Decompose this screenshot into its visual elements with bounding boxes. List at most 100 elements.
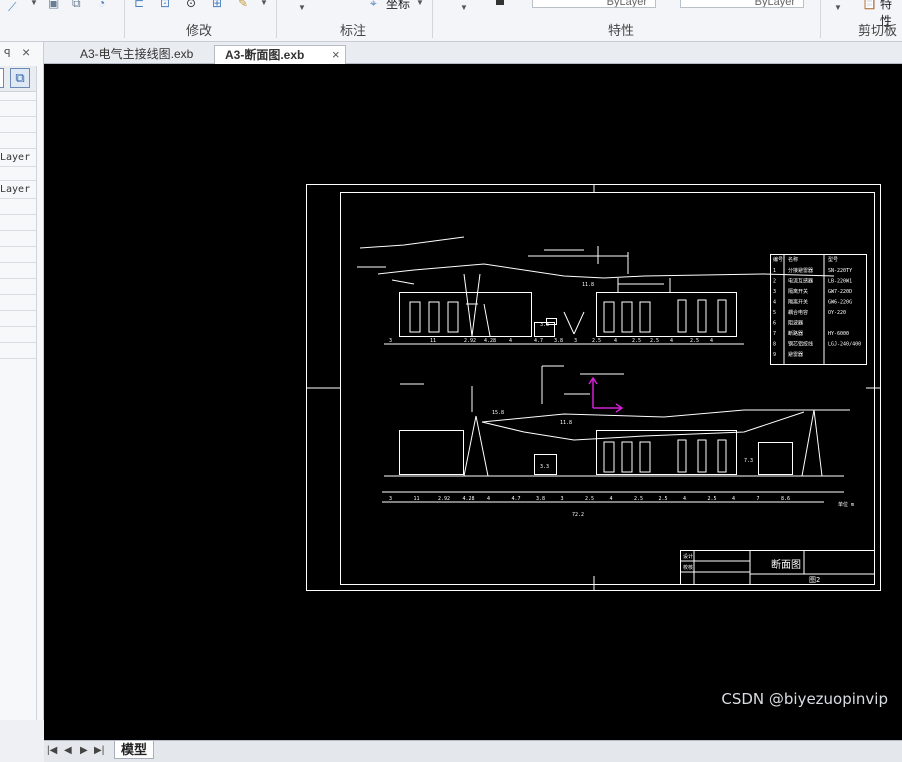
height-label: 15.8 [492, 410, 504, 416]
dropdown-arrow-icon[interactable]: ▼ [260, 0, 268, 7]
coordinate-label[interactable]: 坐标 [386, 0, 410, 12]
legend-cell: 6 [773, 321, 776, 327]
dimension-label: 3 [574, 338, 577, 344]
dimension-label: 3 [389, 496, 392, 502]
line-tool-icon[interactable]: ⟋ [8, 0, 22, 14]
dropdown-arrow-icon[interactable]: ▼ [298, 3, 306, 12]
dimension-label: 11 [414, 496, 420, 502]
legend-cell: 阻波器 [788, 320, 803, 327]
legend-cell: 3 [773, 289, 776, 295]
dimension-label: 4 [614, 338, 617, 344]
height-label: 11.8 [560, 420, 572, 426]
array-icon[interactable]: ⊞ [212, 0, 226, 10]
legend-header: 编号 [773, 256, 783, 263]
sheet-number: 图2 [809, 576, 820, 584]
dropdown-arrow-icon[interactable]: ▼ [834, 3, 842, 12]
legend-cell: 钢芯铝绞线 [788, 341, 813, 348]
legend-header: 名称 [788, 256, 798, 263]
dimension-label: 4.7 [512, 496, 521, 502]
legend-cell: 避雷器 [788, 351, 803, 358]
cad-drawing: 3 11 2.92 4.28 4 4.7 3.8 3 2.5 4 2.5 2.5 4 2.5 4 3 11 2.9… [306, 184, 881, 591]
height-label: 3.3 [540, 464, 549, 470]
dimension-label: 2.5 [585, 496, 594, 502]
legend-cell: LGJ-240/400 [828, 342, 861, 348]
rotate-icon[interactable]: ◔ [98, 0, 112, 10]
legend-cell: HY-6000 [828, 331, 849, 337]
legend-cell: 4 [773, 300, 776, 306]
paste-icon[interactable]: 📋 [862, 0, 877, 10]
layout-tab-bar: |◀ ◀ ▶ ▶| 模型 [44, 740, 902, 762]
height-label: 11.8 [582, 282, 594, 288]
legend-table [770, 254, 867, 365]
move-icon[interactable]: ▣ [48, 0, 62, 10]
tab-label: A3-断面图.exb [225, 48, 305, 62]
dimension-label: 4 [683, 496, 686, 502]
linetype-combo[interactable]: ByLayer [532, 0, 656, 8]
color-swatch-icon[interactable] [496, 0, 504, 5]
dropdown-arrow-icon[interactable]: ▼ [460, 3, 468, 12]
group-label-properties: 特性 [608, 23, 635, 38]
dimension-label: 3 [561, 496, 564, 502]
ucs-axis-icon [588, 376, 624, 413]
title-block-cell: 校核 [683, 564, 693, 571]
legend-cell: 9 [773, 352, 776, 358]
nav-last-icon[interactable]: ▶| [94, 745, 104, 756]
layer-manager-icon[interactable]: ⧉ [10, 68, 30, 88]
frame-border [340, 192, 875, 585]
trim-icon[interactable]: ⊏ [134, 0, 148, 10]
dimension-label: 4 [487, 496, 490, 502]
dropdown-arrow-icon[interactable]: ▼ [30, 0, 38, 7]
legend-cell: 耦合电容 [788, 309, 808, 316]
tab-label: A3-电气主接线图.exb [80, 47, 194, 61]
group-label-modify: 修改 [186, 23, 213, 38]
dimension-label: 4 [732, 496, 735, 502]
legend-cell: GW7-220D [828, 289, 852, 295]
drawing-canvas[interactable]: 3 11 2.92 4.28 4 4.7 3.8 3 2.5 4 2.5 2.5 4 2.5 4 3 11 2.9… [44, 64, 902, 740]
lineweight-combo[interactable]: ByLayer [680, 0, 804, 8]
layer-panel: ꟼ × ⧉ Layer Layer [0, 42, 44, 720]
dimension-label: 2.92 [464, 338, 476, 344]
legend-cell: 7 [773, 331, 776, 337]
nav-next-icon[interactable]: ▶ [80, 745, 88, 756]
dimension-label: 2.5 [592, 338, 601, 344]
model-tab[interactable]: 模型 [114, 741, 154, 759]
total-dimension-label: 72.2 [572, 512, 584, 518]
coordinate-icon[interactable]: ⌖ [370, 0, 384, 10]
group-label-clipboard: 剪切板 [858, 23, 898, 38]
close-tab-icon[interactable]: × [332, 46, 340, 64]
document-tab-bar: A3-电气主接线图.exb A3-断面图.exb × [44, 42, 902, 64]
legend-cell: LB-220W1 [828, 279, 852, 285]
dropdown-arrow-icon[interactable]: ▼ [416, 0, 424, 7]
copy-icon[interactable]: ⧉ [72, 0, 86, 10]
legend-cell: 电流互感器 [788, 278, 813, 285]
dimension-label: 2.92 [438, 496, 450, 502]
legend-cell: 2 [773, 279, 776, 285]
dimension-label: 8.6 [781, 496, 790, 502]
scale-icon[interactable]: ⊡ [160, 0, 174, 10]
tab-electrical-main-wiring[interactable]: A3-电气主接线图.exb [70, 45, 228, 64]
layer-value[interactable]: Layer [0, 152, 30, 163]
edit-icon[interactable]: ✎ [238, 0, 252, 10]
nav-first-icon[interactable]: |◀ [47, 745, 57, 756]
dimension-label: 4.7 [534, 338, 543, 344]
circle-icon[interactable]: ⊙ [186, 0, 200, 10]
height-label: 3.3 [540, 322, 549, 328]
nav-prev-icon[interactable]: ◀ [64, 745, 72, 756]
dimension-label: 4 [509, 338, 512, 344]
dimension-label: 7 [757, 496, 760, 502]
scale-note: 单位 m [838, 501, 854, 508]
dimension-label: 4 [670, 338, 673, 344]
document-area: A3-电气主接线图.exb A3-断面图.exb × 3 11 2.92 4.2… [44, 42, 902, 762]
dimension-label: 2.5 [708, 496, 717, 502]
legend-cell: 隔离开关 [788, 288, 808, 295]
legend-cell: 5 [773, 310, 776, 316]
pin-icon[interactable]: ꟼ [4, 47, 11, 60]
legend-cell: 1 [773, 268, 776, 274]
dimension-label: 2.5 [690, 338, 699, 344]
close-panel-icon[interactable]: × [22, 44, 30, 60]
legend-cell: 隔离开关 [788, 299, 808, 306]
tab-section-drawing[interactable]: A3-断面图.exb × [214, 45, 346, 64]
dimension-label: 3.8 [536, 496, 545, 502]
panel-button-left[interactable] [0, 68, 4, 88]
layer-value[interactable]: Layer [0, 184, 30, 195]
